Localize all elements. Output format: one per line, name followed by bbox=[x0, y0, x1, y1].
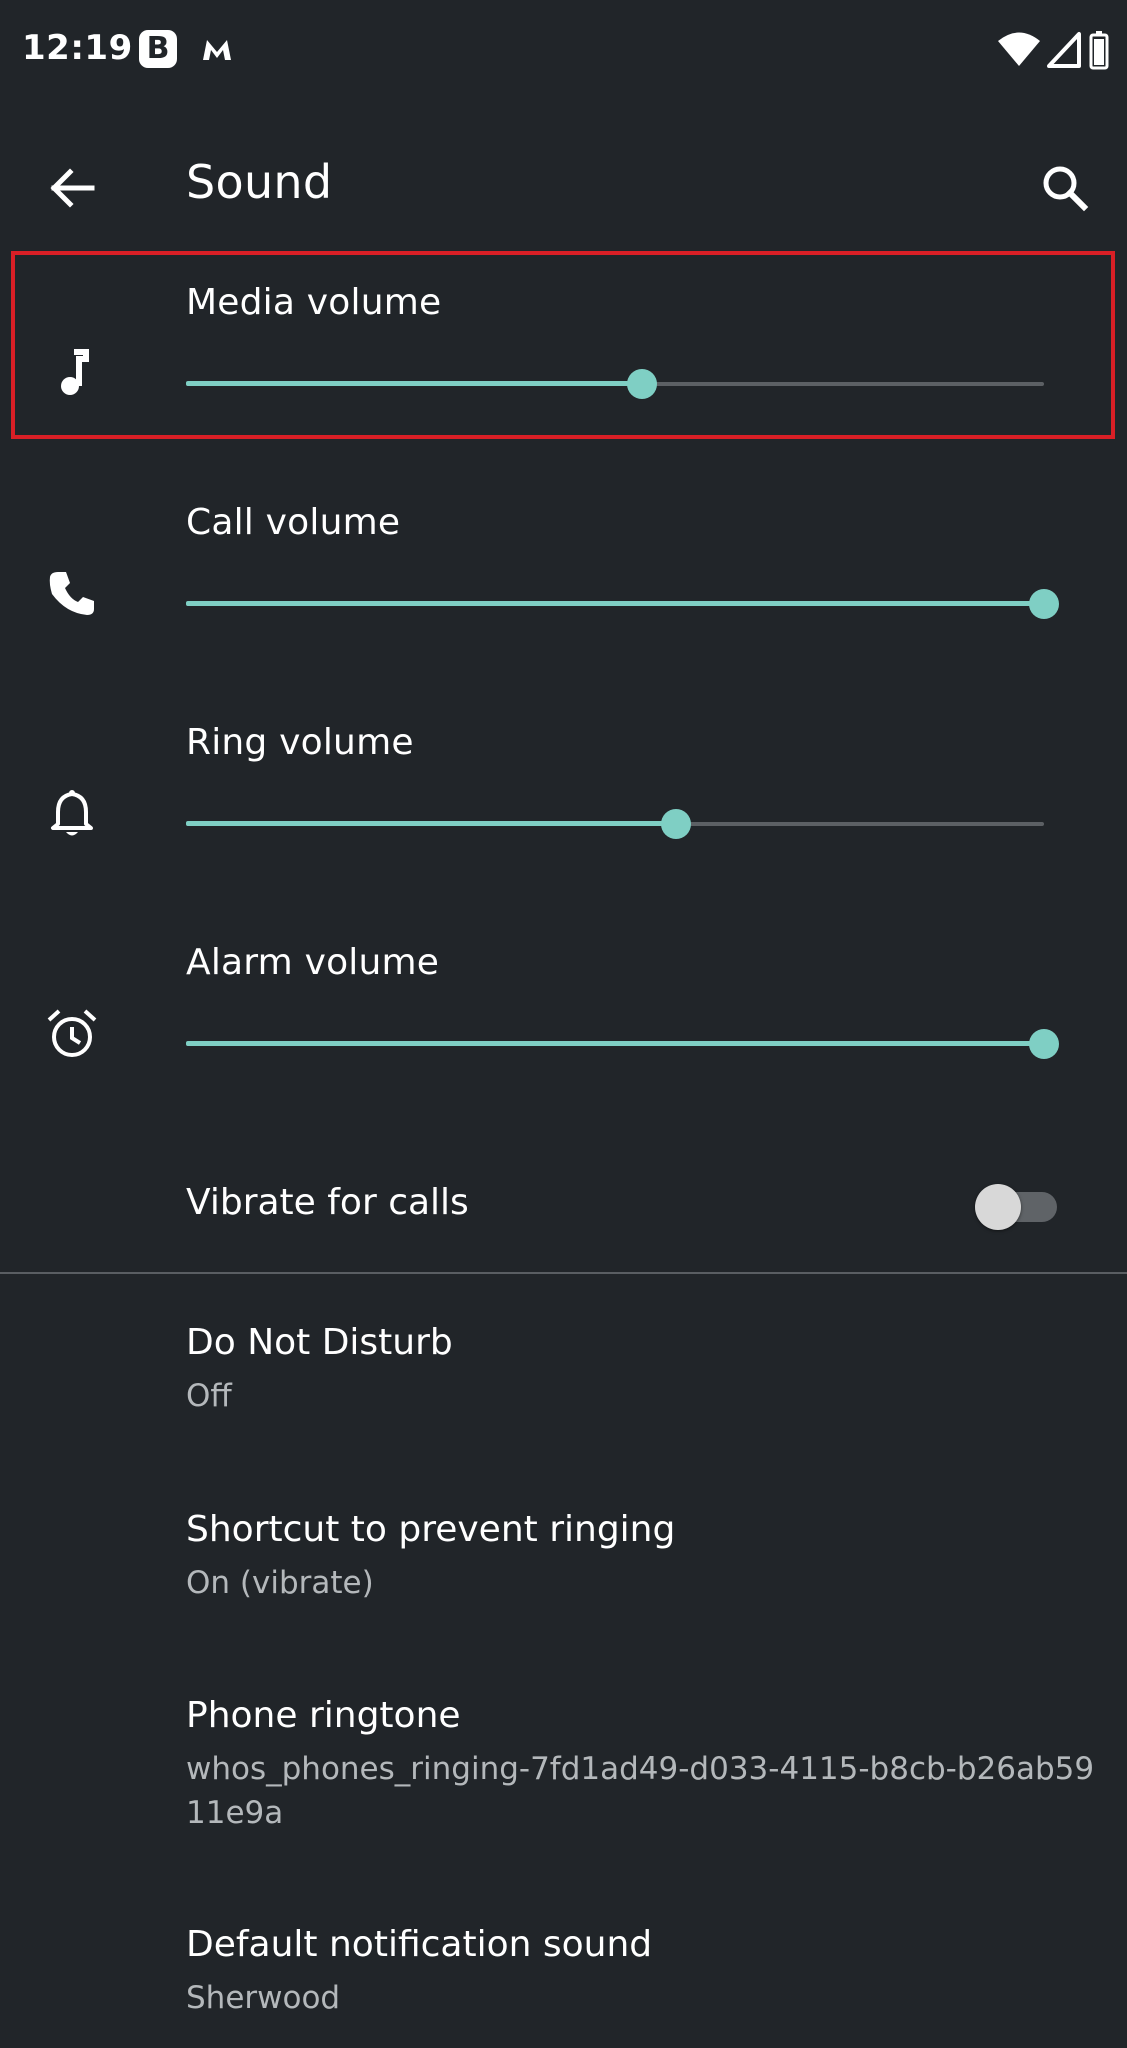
phone-icon bbox=[49, 572, 94, 615]
phone-ringtone-row[interactable]: Phone ringtone whos_phones_ringing-7fd1a… bbox=[0, 1695, 1127, 1865]
slider-fill bbox=[186, 1041, 1044, 1046]
alarm-clock-icon bbox=[47, 1009, 97, 1057]
vibrate-for-calls-row[interactable]: Vibrate for calls bbox=[0, 1150, 1127, 1260]
cellular-signal-icon bbox=[1047, 32, 1081, 68]
do-not-disturb-row[interactable]: Do Not Disturb Off bbox=[0, 1322, 1127, 1452]
slider-thumb[interactable] bbox=[1029, 589, 1059, 619]
call-volume-label: Call volume bbox=[186, 502, 401, 543]
do-not-disturb-title: Do Not Disturb bbox=[186, 1322, 453, 1363]
shortcut-prevent-ringing-summary: On (vibrate) bbox=[186, 1565, 374, 1601]
slider-fill bbox=[186, 821, 676, 826]
slider-thumb[interactable] bbox=[660, 809, 691, 839]
section-divider bbox=[0, 1272, 1127, 1274]
shortcut-prevent-ringing-title: Shortcut to prevent ringing bbox=[186, 1509, 676, 1550]
call-volume-row: Call volume bbox=[0, 480, 1127, 680]
highlight-box bbox=[11, 251, 1115, 439]
page-title: Sound bbox=[186, 155, 333, 209]
wifi-icon bbox=[998, 32, 1040, 66]
malwarebytes-icon bbox=[203, 40, 231, 60]
alarm-volume-row: Alarm volume bbox=[0, 920, 1127, 1120]
app-bar: Sound bbox=[0, 130, 1127, 240]
arrow-back-icon[interactable] bbox=[36, 152, 108, 224]
ring-volume-row: Ring volume bbox=[0, 700, 1127, 900]
search-icon[interactable] bbox=[1029, 152, 1101, 224]
slider-thumb[interactable] bbox=[1029, 1029, 1059, 1059]
default-notification-sound-summary: Sherwood bbox=[186, 1980, 341, 2016]
b-app-icon: B bbox=[139, 30, 177, 68]
shortcut-prevent-ringing-row[interactable]: Shortcut to prevent ringing On (vibrate) bbox=[0, 1509, 1127, 1639]
phone-ringtone-summary: whos_phones_ringing-7fd1ad49-d033-4115-b… bbox=[186, 1751, 1095, 1831]
ring-volume-slider[interactable] bbox=[186, 804, 1044, 844]
alarm-volume-label: Alarm volume bbox=[186, 942, 440, 983]
vibrate-for-calls-label: Vibrate for calls bbox=[186, 1182, 469, 1223]
status-time: 12:19 bbox=[22, 28, 133, 68]
battery-icon bbox=[1089, 31, 1109, 70]
slider-fill bbox=[186, 601, 1044, 606]
bell-icon bbox=[51, 790, 93, 836]
status-bar: 12:19 B bbox=[0, 0, 1127, 100]
vibrate-for-calls-switch[interactable] bbox=[975, 1184, 1057, 1230]
switch-thumb bbox=[975, 1184, 1021, 1230]
phone-ringtone-title: Phone ringtone bbox=[186, 1695, 461, 1736]
do-not-disturb-summary: Off bbox=[186, 1378, 232, 1414]
sound-settings-screen: 12:19 B Sound Media volume Call volume R… bbox=[0, 0, 1127, 2048]
default-notification-sound-title: Default notification sound bbox=[186, 1924, 653, 1965]
default-notification-sound-row[interactable]: Default notification sound Sherwood bbox=[0, 1924, 1127, 2048]
call-volume-slider[interactable] bbox=[186, 584, 1059, 624]
ring-volume-label: Ring volume bbox=[186, 722, 414, 763]
alarm-volume-slider[interactable] bbox=[186, 1024, 1059, 1064]
